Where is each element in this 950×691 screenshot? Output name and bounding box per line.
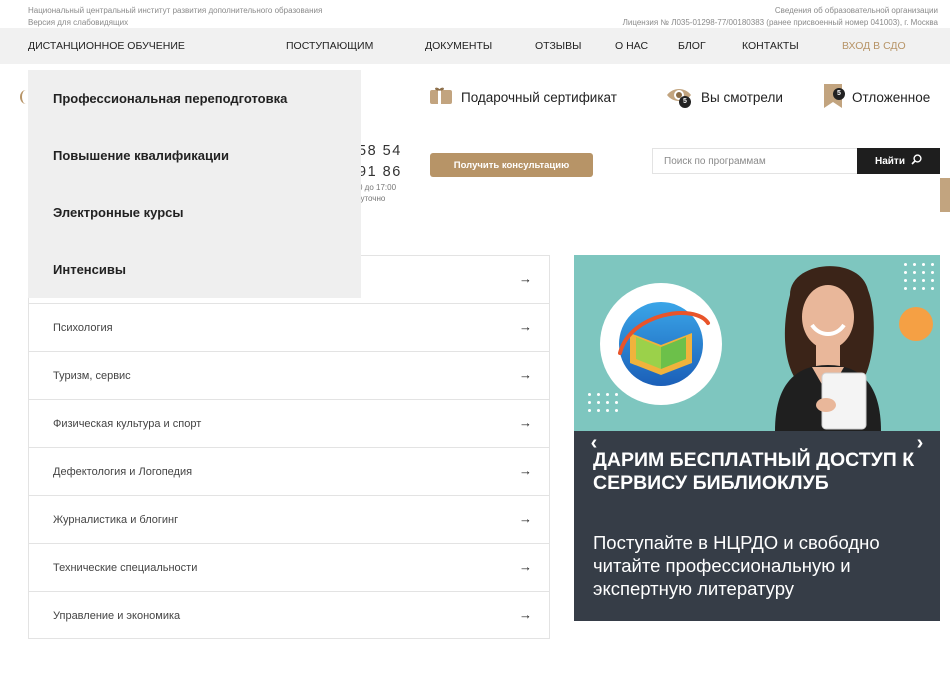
search-button-label: Найти xyxy=(875,155,905,167)
nav-dropdown-menu: Профессиональная переподготовка Повышени… xyxy=(28,70,361,298)
category-item-journalism[interactable]: Журналистика и блогинг → xyxy=(29,496,549,544)
get-consultation-button[interactable]: Получить консультацию xyxy=(430,153,593,177)
decor-dots xyxy=(588,393,619,412)
low-vision-link[interactable]: Версия для слабовидящих xyxy=(28,18,128,27)
nav-applicants[interactable]: Поступающим xyxy=(286,28,373,64)
arrow-right-icon: → xyxy=(519,271,532,286)
category-label: Журналистика и блогинг xyxy=(53,514,179,526)
category-item-psychology[interactable]: Психология → xyxy=(29,304,549,352)
category-label: Дефектология и Логопедия xyxy=(53,466,193,478)
edu-info-link[interactable]: Сведения об образовательной организации xyxy=(775,6,938,15)
nav-distance-learning[interactable]: Дистанционное обучение xyxy=(28,28,185,64)
category-item-sport[interactable]: Физическая культура и спорт → xyxy=(29,400,549,448)
viewed-link[interactable]: 5 Вы смотрели xyxy=(665,84,783,110)
phone-number-2[interactable]: 91 86 xyxy=(358,164,402,180)
phone-hours-1: 0 до 17:00 xyxy=(358,183,397,192)
arrow-right-icon: → xyxy=(519,607,532,622)
magnifier-icon xyxy=(911,154,922,168)
arrow-right-icon: → xyxy=(519,415,532,430)
arrow-right-icon: → xyxy=(519,559,532,574)
category-label: Туризм, сервис xyxy=(53,370,131,382)
top-info-bar: Национальный центральный институт развит… xyxy=(0,0,950,28)
arrow-right-icon: → xyxy=(519,319,532,334)
side-feedback-tab[interactable] xyxy=(940,178,950,212)
saved-link[interactable]: 5 Отложенное xyxy=(822,83,931,112)
nav-blog[interactable]: Блог xyxy=(678,28,706,64)
banner-image-area xyxy=(574,255,940,431)
nav-login-sdo[interactable]: Вход в СДО xyxy=(842,28,906,64)
promo-banner[interactable]: ‹ › Дарим бесплатный доступ к сервису Би… xyxy=(574,255,940,621)
category-item-management[interactable]: Управление и экономика → xyxy=(29,592,549,640)
category-list: → Психология → Туризм, сервис → Физическ… xyxy=(28,255,550,639)
arrow-right-icon: → xyxy=(519,463,532,478)
nav-reviews[interactable]: Отзывы xyxy=(535,28,581,64)
banner-headline: Дарим бесплатный доступ к сервису Библио… xyxy=(593,449,915,494)
arrow-right-icon: → xyxy=(519,367,532,382)
gift-card-icon xyxy=(429,87,453,108)
gift-certificate-link[interactable]: Подарочный сертификат xyxy=(429,84,617,110)
nav-documents[interactable]: Документы xyxy=(425,28,492,64)
biblioclub-logo xyxy=(600,283,722,405)
dropdown-item-retraining[interactable]: Профессиональная переподготовка xyxy=(53,91,287,106)
category-item-defectology[interactable]: Дефектология и Логопедия → xyxy=(29,448,549,496)
decor-orange-circle xyxy=(899,307,933,341)
nav-about[interactable]: О нас xyxy=(615,28,648,64)
search-button[interactable]: Найти xyxy=(857,148,940,174)
phone-number-1[interactable]: 58 54 xyxy=(358,143,402,159)
category-item-tourism[interactable]: Туризм, сервис → xyxy=(29,352,549,400)
dropdown-item-intensives[interactable]: Интенсивы xyxy=(53,262,126,277)
search-input[interactable] xyxy=(652,148,857,174)
decor-dots xyxy=(904,263,935,290)
banner-subtitle: Поступайте в НЦРДО и свободно читайте пр… xyxy=(593,532,880,599)
arrow-right-icon: → xyxy=(519,511,532,526)
viewed-count-badge: 5 xyxy=(679,95,691,108)
dropdown-item-qualification[interactable]: Повышение квалификации xyxy=(53,148,229,163)
category-item-technical[interactable]: Технические специальности → xyxy=(29,544,549,592)
woman-photo xyxy=(775,266,881,431)
saved-label: Отложенное xyxy=(852,89,931,105)
main-nav: Дистанционное обучение Поступающим Докум… xyxy=(0,28,950,64)
category-label: Управление и экономика xyxy=(53,610,181,622)
category-label: Психология xyxy=(53,322,113,334)
saved-count-badge: 5 xyxy=(833,87,845,100)
program-search: Найти xyxy=(652,148,940,174)
nav-contacts[interactable]: Контакты xyxy=(742,28,799,64)
gift-certificate-label: Подарочный сертификат xyxy=(461,89,617,105)
category-label: Технические специальности xyxy=(53,562,198,574)
eye-icon: 5 xyxy=(665,86,693,109)
category-label: Физическая культура и спорт xyxy=(53,418,202,430)
institute-name: Национальный центральный институт развит… xyxy=(28,6,323,15)
viewed-label: Вы смотрели xyxy=(701,89,783,105)
dropdown-item-e-courses[interactable]: Электронные курсы xyxy=(53,205,183,220)
bookmark-icon: 5 xyxy=(822,83,845,112)
